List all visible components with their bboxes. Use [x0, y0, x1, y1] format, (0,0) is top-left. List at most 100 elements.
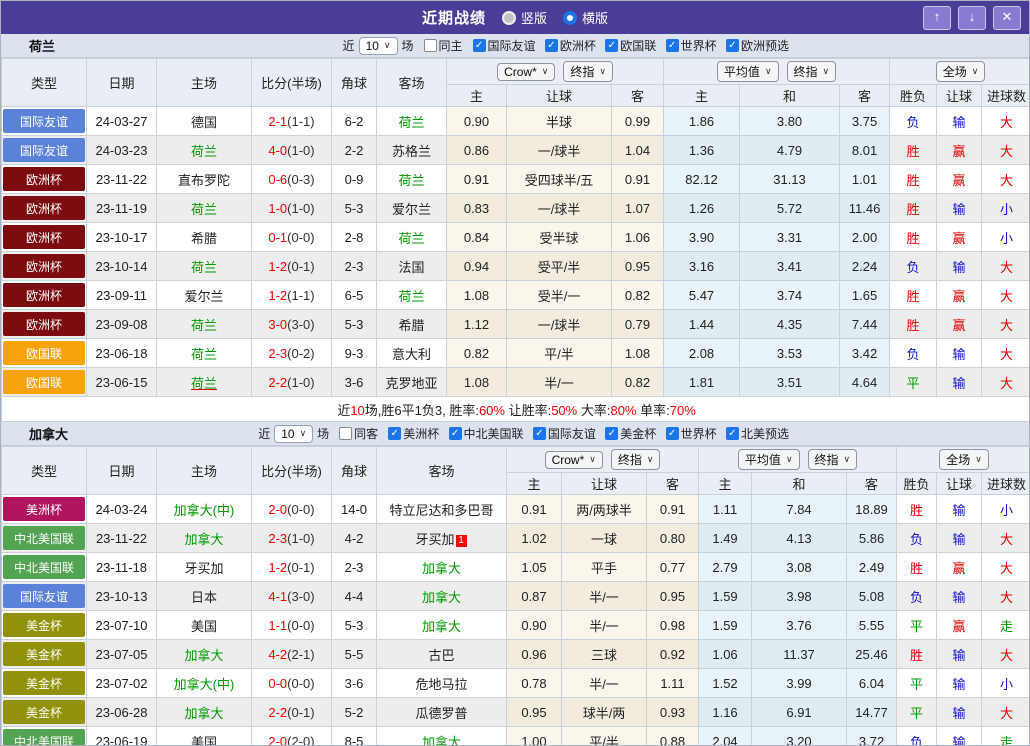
- match-count-select[interactable]: 10 ∨: [358, 36, 398, 55]
- avg-away-odds: 2.00: [839, 222, 891, 252]
- league-checkbox[interactable]: 国际友谊: [532, 425, 596, 442]
- chevron-down-icon: ∨: [975, 454, 982, 464]
- score: 2-3(0-2): [251, 338, 332, 368]
- away-team-name: 克罗地亚: [385, 375, 438, 391]
- close-button[interactable]: ✕: [993, 6, 1021, 30]
- score: 2-3(1-0): [251, 523, 332, 553]
- handicap-line: 平/半: [506, 338, 612, 368]
- fulltime-select[interactable]: 全场 ∨: [935, 61, 986, 82]
- score: 1-2(0-1): [251, 552, 332, 582]
- league-checkbox[interactable]: 欧洲预选: [725, 37, 789, 54]
- result-goals: 大: [981, 581, 1029, 611]
- checkbox-icon[interactable]: [339, 427, 353, 440]
- league-checkbox[interactable]: 美金杯: [605, 425, 656, 442]
- checkbox-icon[interactable]: [448, 427, 462, 440]
- radio-label: 横版: [582, 11, 609, 26]
- summary-row: 近10场,胜6平1负3, 胜率:60% 让胜率:50% 大率:80% 单率:70…: [1, 396, 1029, 422]
- league-label: 国际友谊: [547, 427, 596, 441]
- halftime-score: (1-0): [287, 530, 315, 546]
- checkbox-icon[interactable]: [725, 39, 739, 52]
- home-team-name: 荷兰: [190, 317, 217, 333]
- competition-badge: 欧洲杯: [3, 283, 85, 307]
- avg-home-odds: 1.81: [663, 367, 741, 397]
- col-header-odds-away: 客: [610, 84, 665, 107]
- average-header: 平均值 ∨ 终指 ∨: [663, 58, 891, 85]
- checkbox-icon[interactable]: [532, 427, 546, 440]
- avg-draw-odds: 3.20: [751, 726, 848, 745]
- final-odds-select-2[interactable]: 终指 ∨: [807, 449, 858, 470]
- league-checkbox[interactable]: 国际友谊: [472, 37, 536, 54]
- match-count-select[interactable]: 10 ∨: [274, 424, 314, 443]
- match-row: 国际友谊 24-03-23 荷兰 4-0(1-0) 2-2 苏格兰 0.86 一…: [1, 135, 1029, 165]
- avg-draw-odds: 3.08: [751, 552, 848, 582]
- chevron-down-icon: ∨: [599, 66, 606, 76]
- away-team-name: 牙买加: [415, 531, 455, 547]
- checkbox-icon[interactable]: [665, 427, 679, 440]
- corner-score: 2-3: [331, 552, 377, 582]
- home-team: 日本: [156, 581, 252, 611]
- average-select[interactable]: 平均值 ∨: [737, 449, 800, 470]
- average-select[interactable]: 平均值 ∨: [716, 61, 779, 82]
- result-goals: 大: [981, 639, 1029, 669]
- match-count-value: 10: [281, 426, 295, 441]
- home-team-name: 牙买加: [184, 560, 224, 576]
- league-checkbox[interactable]: 欧洲杯: [544, 37, 596, 54]
- league-checkbox[interactable]: 中北美国联: [448, 425, 524, 442]
- checkbox-icon[interactable]: [544, 39, 558, 52]
- bookmaker-select[interactable]: Crow* ∨: [497, 62, 556, 81]
- checkbox-icon[interactable]: [605, 39, 619, 52]
- checkbox-icon[interactable]: [388, 427, 402, 440]
- final-odds-select[interactable]: 终指 ∨: [563, 61, 613, 82]
- checkbox-icon[interactable]: [665, 39, 679, 52]
- league-checkbox[interactable]: 北美预选: [725, 425, 789, 442]
- halftime-score: (0-3): [287, 171, 315, 187]
- move-down-button[interactable]: ↓: [958, 6, 986, 30]
- league-checkbox[interactable]: 世界杯: [665, 425, 717, 442]
- league-checkbox[interactable]: 世界杯: [665, 37, 717, 54]
- corner-score: 5-5: [331, 639, 377, 669]
- home-team: 荷兰: [156, 135, 252, 165]
- layout-radio-horizontal[interactable]: 横版: [563, 8, 608, 27]
- home-team: 荷兰: [156, 338, 252, 368]
- competition-badge: 欧洲杯: [3, 254, 85, 278]
- layout-radio-vertical[interactable]: 竖版: [501, 8, 547, 27]
- league-checkbox[interactable]: 欧国联: [605, 37, 656, 54]
- final-odds-select[interactable]: 终指 ∨: [610, 449, 661, 470]
- result-wdl: 胜: [896, 552, 938, 582]
- radio-icon[interactable]: [563, 10, 577, 25]
- home-odds: 1.02: [506, 523, 562, 553]
- avg-draw-odds: 3.31: [739, 222, 841, 252]
- away-team-name: 加拿大: [421, 734, 461, 746]
- competition-cell: 中北美国联: [1, 523, 87, 553]
- match-row: 国际友谊 23-10-13 日本 4-1(3-0) 4-4 加拿大 0.87 半…: [1, 581, 1029, 611]
- competition-cell: 欧洲杯: [1, 280, 87, 310]
- score: 4-1(3-0): [251, 581, 332, 611]
- home-team-name: 美国: [190, 618, 217, 634]
- fulltime-select[interactable]: 全场 ∨: [939, 449, 989, 470]
- fulltime-score: 2-2: [268, 704, 288, 720]
- checkbox-icon[interactable]: [605, 427, 619, 440]
- radio-icon[interactable]: [501, 10, 516, 25]
- league-checkbox[interactable]: 美洲杯: [388, 425, 439, 442]
- move-up-button[interactable]: ↑: [923, 6, 951, 30]
- match-date: 23-10-13: [86, 581, 157, 611]
- competition-cell: 中北美国联: [1, 552, 87, 582]
- final-odds-select-2[interactable]: 终指 ∨: [786, 61, 837, 82]
- same-away-checkbox[interactable]: 同客: [339, 425, 378, 442]
- handicap-line: 受平/半: [506, 251, 612, 281]
- avg-away-odds: 5.86: [846, 523, 898, 553]
- home-odds: 0.84: [446, 222, 507, 252]
- checkbox-icon[interactable]: [472, 39, 486, 52]
- competition-cell: 欧国联: [1, 367, 87, 397]
- halftime-score: (3-0): [287, 588, 315, 604]
- avg-draw-odds: 6.91: [751, 697, 848, 727]
- away-team: 苏格兰: [376, 135, 447, 165]
- match-row: 欧洲杯 23-11-19 荷兰 1-0(1-0) 5-3 爱尔兰 0.83 一/…: [1, 193, 1029, 223]
- checkbox-icon[interactable]: [423, 39, 437, 52]
- corner-score: 3-6: [331, 367, 377, 397]
- league-label: 世界杯: [680, 427, 717, 441]
- league-filters: 美洲杯 中北美国联 国际友谊: [382, 425, 789, 442]
- checkbox-icon[interactable]: [725, 427, 739, 440]
- same-home-checkbox[interactable]: 同主: [423, 37, 463, 54]
- bookmaker-select[interactable]: Crow* ∨: [544, 450, 603, 469]
